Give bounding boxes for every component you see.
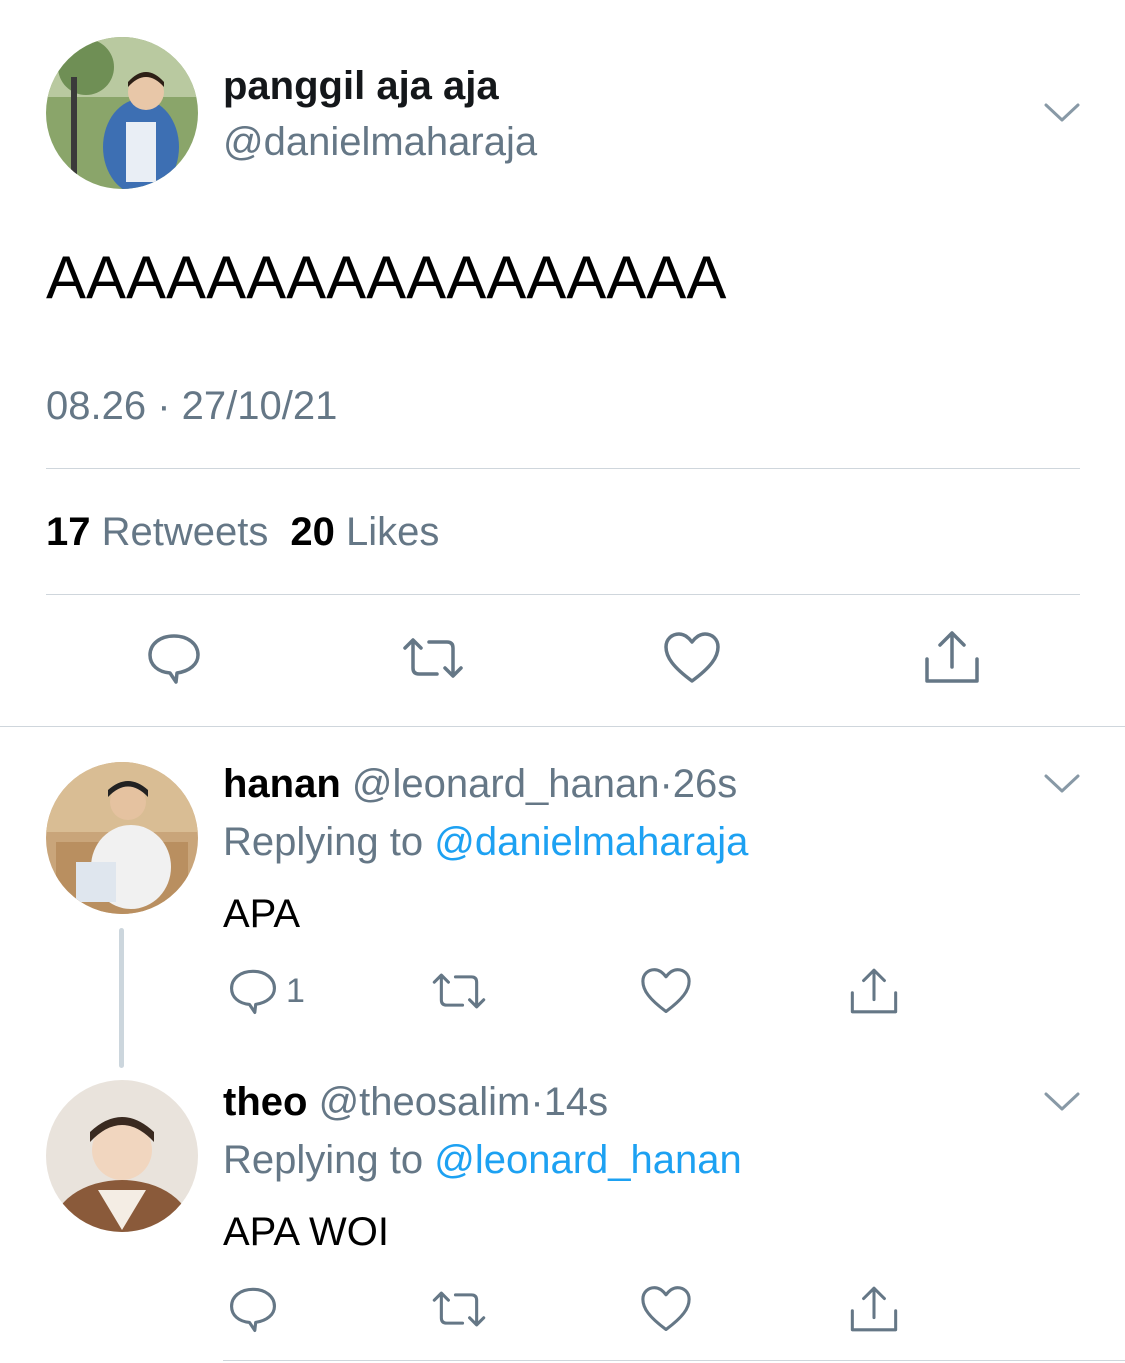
share-icon[interactable] [846, 1282, 902, 1336]
main-avatar[interactable] [46, 37, 198, 189]
replying-to: Replying to @danielmaharaja [223, 816, 748, 868]
separator-dot: · [659, 762, 673, 806]
reply-handle[interactable]: @theosalim [319, 1080, 531, 1124]
reply-avatar[interactable] [46, 1080, 198, 1232]
divider [46, 594, 1080, 595]
retweets-count[interactable]: 17 [46, 510, 91, 554]
avatar-photo [46, 1080, 198, 1232]
tweet-stats: 17 Retweets 20 Likes [46, 506, 439, 558]
divider [0, 726, 1125, 727]
retweet-icon[interactable] [428, 1284, 490, 1334]
share-icon[interactable] [846, 964, 902, 1018]
likes-count[interactable]: 20 [290, 510, 335, 554]
retweet-icon[interactable] [428, 966, 490, 1016]
replying-prefix: Replying to [223, 820, 424, 864]
reply-icon[interactable] [144, 628, 204, 688]
separator-dot: · [530, 1080, 544, 1124]
replying-prefix: Replying to [223, 1138, 424, 1182]
like-icon[interactable] [640, 1284, 692, 1334]
like-icon[interactable] [640, 966, 692, 1016]
reply-text: APA WOI [223, 1210, 389, 1254]
reply-header: theo @theosalim·14s [223, 1076, 608, 1128]
reply-text: APA [223, 892, 301, 936]
tweet-timestamp: 08.26 · 27/10/21 [46, 384, 338, 428]
retweets-label[interactable]: Retweets [102, 510, 269, 554]
author-handle[interactable]: @danielmaharaja [223, 116, 537, 168]
share-icon[interactable] [920, 626, 984, 688]
chevron-down-icon[interactable] [1043, 1090, 1081, 1114]
avatar-photo [46, 762, 198, 914]
thread-line [119, 928, 124, 1068]
replying-to-link[interactable]: @danielmaharaja [434, 820, 748, 864]
divider [46, 468, 1080, 469]
reply-display-name[interactable]: hanan [223, 762, 341, 806]
reply-time[interactable]: 26s [673, 762, 738, 806]
reply-header: hanan @leonard_hanan·26s [223, 758, 737, 810]
reply-display-name[interactable]: theo [223, 1080, 307, 1124]
retweet-icon[interactable] [398, 628, 468, 688]
like-icon[interactable] [662, 628, 722, 688]
replying-to: Replying to @leonard_hanan [223, 1134, 742, 1186]
reply-count: 1 [286, 972, 305, 1010]
reply-time[interactable]: 14s [544, 1080, 609, 1124]
avatar-photo [46, 37, 198, 189]
author-display-name[interactable]: panggil aja aja [223, 60, 499, 112]
tweet-text: AAAAAAAAAAAAAAAAA [46, 244, 727, 311]
reply-button[interactable]: 1 [228, 966, 305, 1016]
chevron-down-icon[interactable] [1043, 772, 1081, 796]
divider [223, 1360, 1125, 1361]
chevron-down-icon[interactable] [1043, 101, 1081, 125]
reply-icon [230, 969, 276, 1014]
reply-avatar[interactable] [46, 762, 198, 914]
reply-icon[interactable] [228, 1284, 278, 1334]
reply-handle[interactable]: @leonard_hanan [352, 762, 660, 806]
replying-to-link[interactable]: @leonard_hanan [434, 1138, 742, 1182]
likes-label[interactable]: Likes [346, 510, 439, 554]
